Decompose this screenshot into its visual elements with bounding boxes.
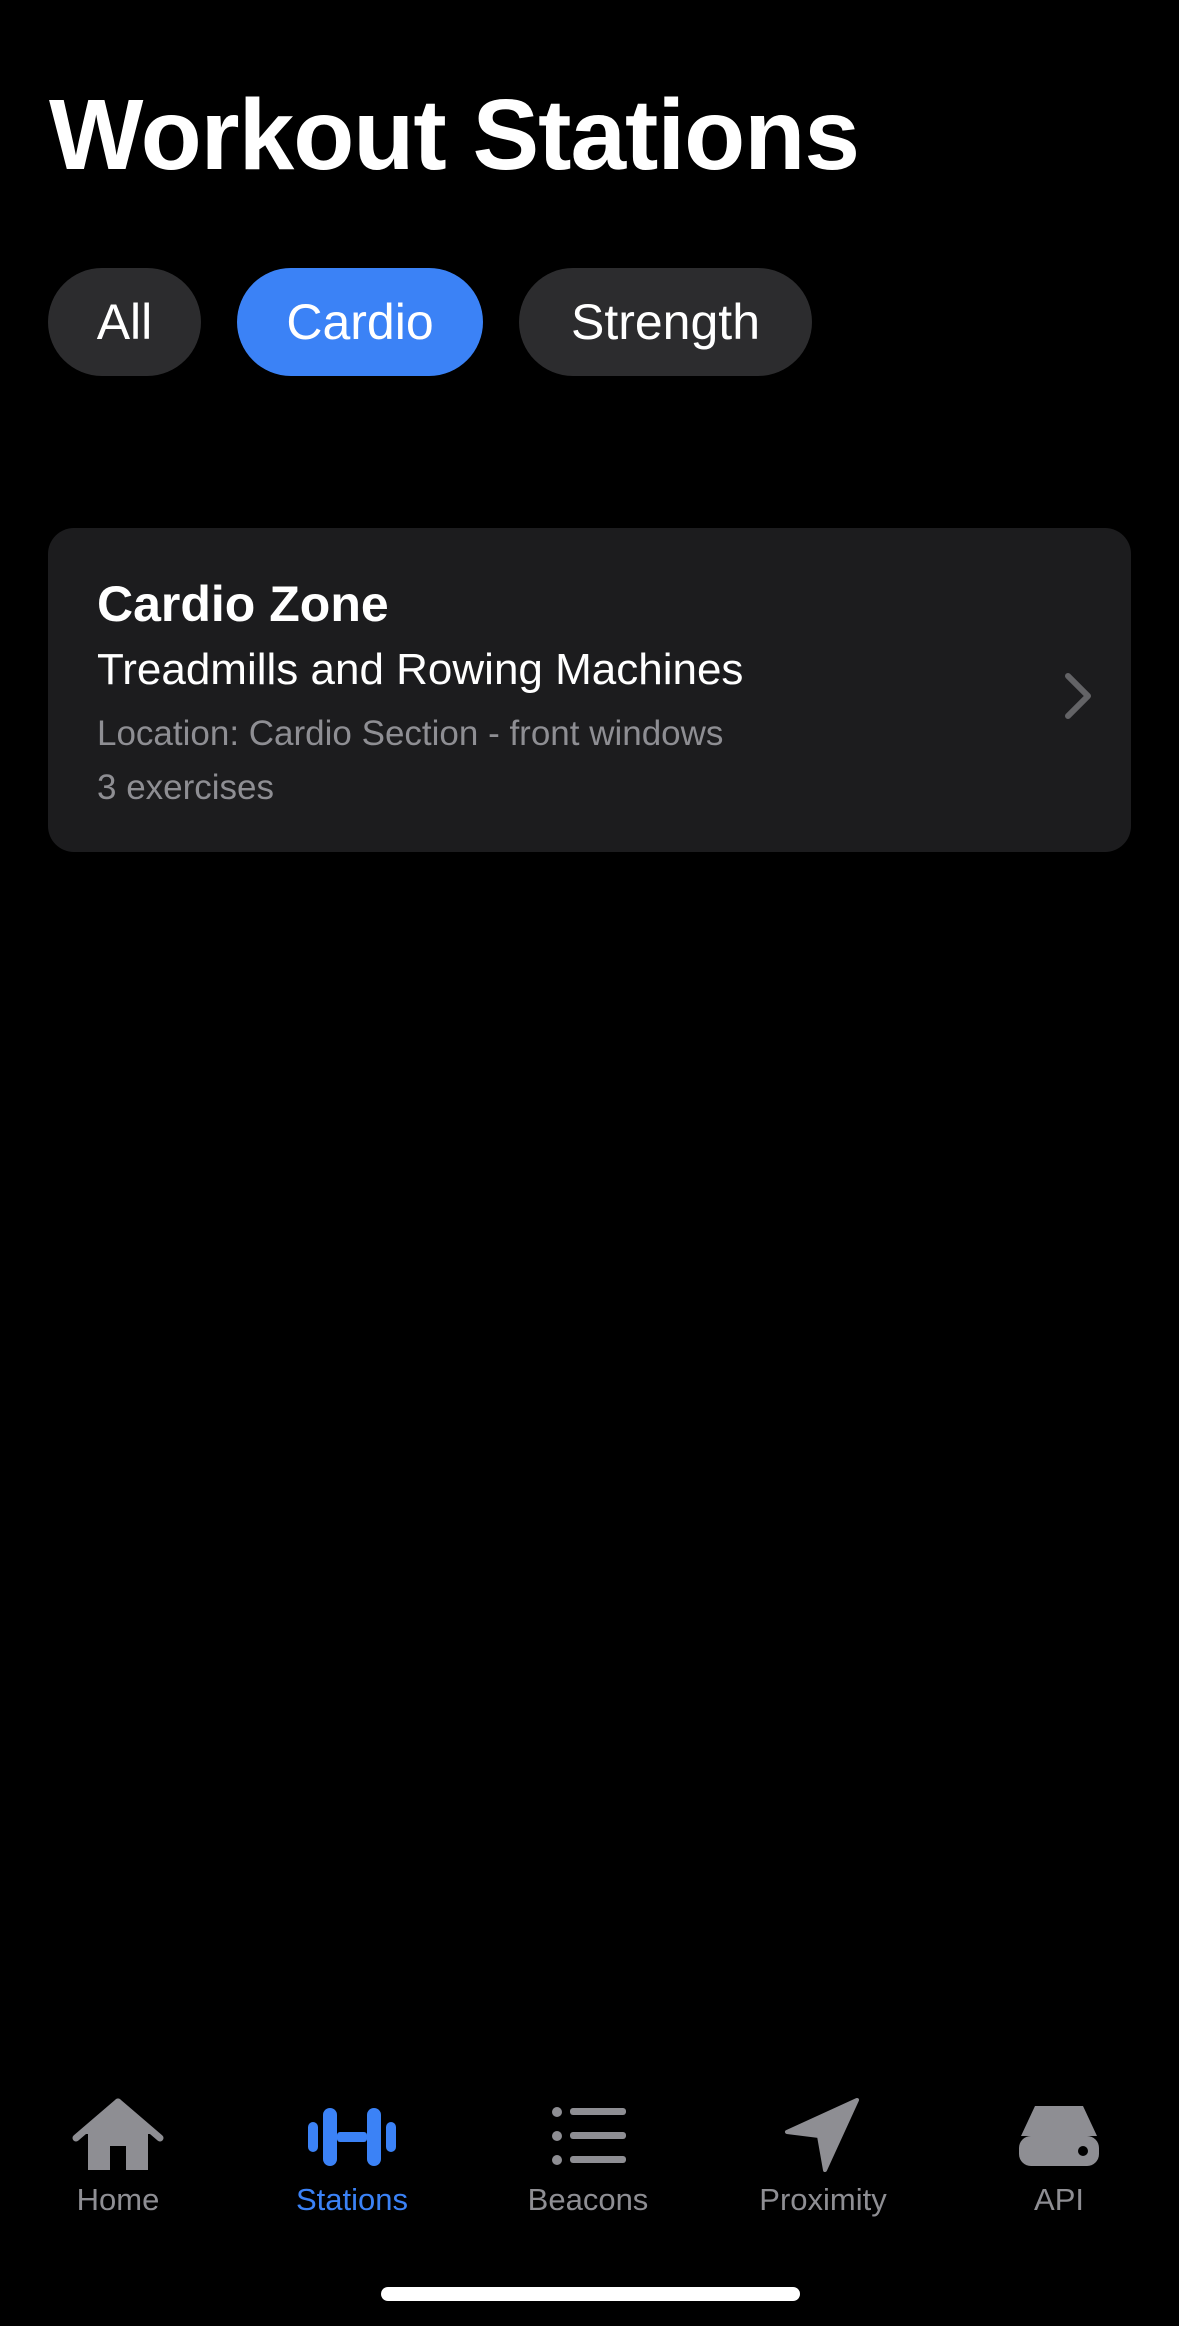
house-icon (72, 2098, 164, 2170)
station-exercise-count: 3 exercises (97, 768, 275, 807)
tab-label: Beacons (527, 2182, 649, 2217)
station-subtitle: Treadmills and Rowing Machines (97, 645, 744, 694)
dumbbell-icon (308, 2108, 396, 2166)
filter-chip-strength[interactable]: Strength (519, 268, 812, 376)
tab-bar: Home Stations Beacons Proximity API (0, 2080, 1179, 2260)
tab-proximity[interactable]: Proximity (723, 2080, 923, 2240)
tab-label: Stations (295, 2182, 408, 2217)
tab-home[interactable]: Home (18, 2080, 218, 2240)
tab-beacons[interactable]: Beacons (488, 2080, 688, 2240)
station-card-cardio-zone[interactable]: Cardio Zone Treadmills and Rowing Machin… (48, 528, 1131, 852)
station-location: Location: Cardio Section - front windows (97, 714, 724, 753)
tab-stations[interactable]: Stations (252, 2080, 452, 2240)
tab-label: API (1034, 2182, 1084, 2217)
filter-chip-all[interactable]: All (48, 268, 201, 376)
filter-chips: All Cardio Strength (48, 268, 812, 376)
chevron-right-icon (1065, 673, 1091, 719)
tab-api[interactable]: API (959, 2080, 1159, 2240)
location-arrow-icon (785, 2098, 859, 2172)
station-title: Cardio Zone (97, 576, 389, 632)
list-icon (552, 2107, 626, 2165)
page-title: Workout Stations (49, 79, 860, 191)
filter-chip-cardio[interactable]: Cardio (237, 268, 483, 376)
home-indicator[interactable] (381, 2287, 800, 2301)
tab-label: Proximity (759, 2182, 887, 2217)
tab-label: Home (76, 2182, 160, 2217)
server-icon (1019, 2106, 1099, 2166)
